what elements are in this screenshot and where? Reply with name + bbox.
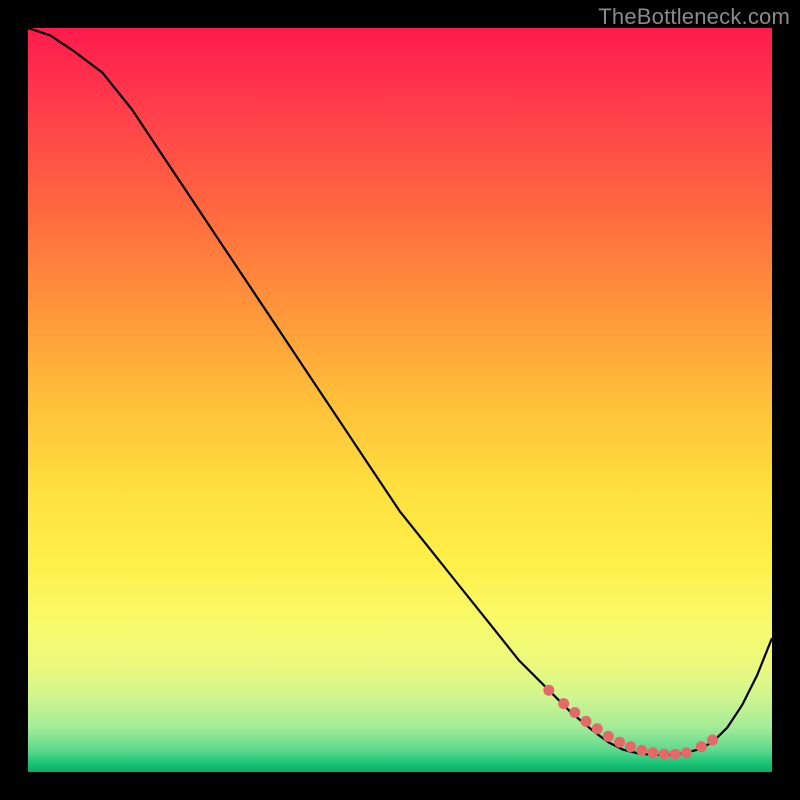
highlight-markers-group [543,685,718,760]
highlight-marker [581,716,592,727]
bottleneck-curve [28,28,772,755]
highlight-marker [543,685,554,696]
chart-frame: TheBottleneck.com [0,0,800,800]
chart-overlay-svg [28,28,772,772]
watermark-text: TheBottleneck.com [598,4,790,30]
highlight-marker [603,731,614,742]
highlight-marker [569,707,580,718]
highlight-marker [614,737,625,748]
highlight-marker [648,747,659,758]
highlight-marker [592,723,603,734]
highlight-marker [681,747,692,758]
highlight-marker [558,698,569,709]
highlight-marker [659,749,670,760]
highlight-marker [696,741,707,752]
highlight-marker [670,749,681,760]
highlight-marker [625,741,636,752]
highlight-marker [636,745,647,756]
highlight-marker [707,735,718,746]
